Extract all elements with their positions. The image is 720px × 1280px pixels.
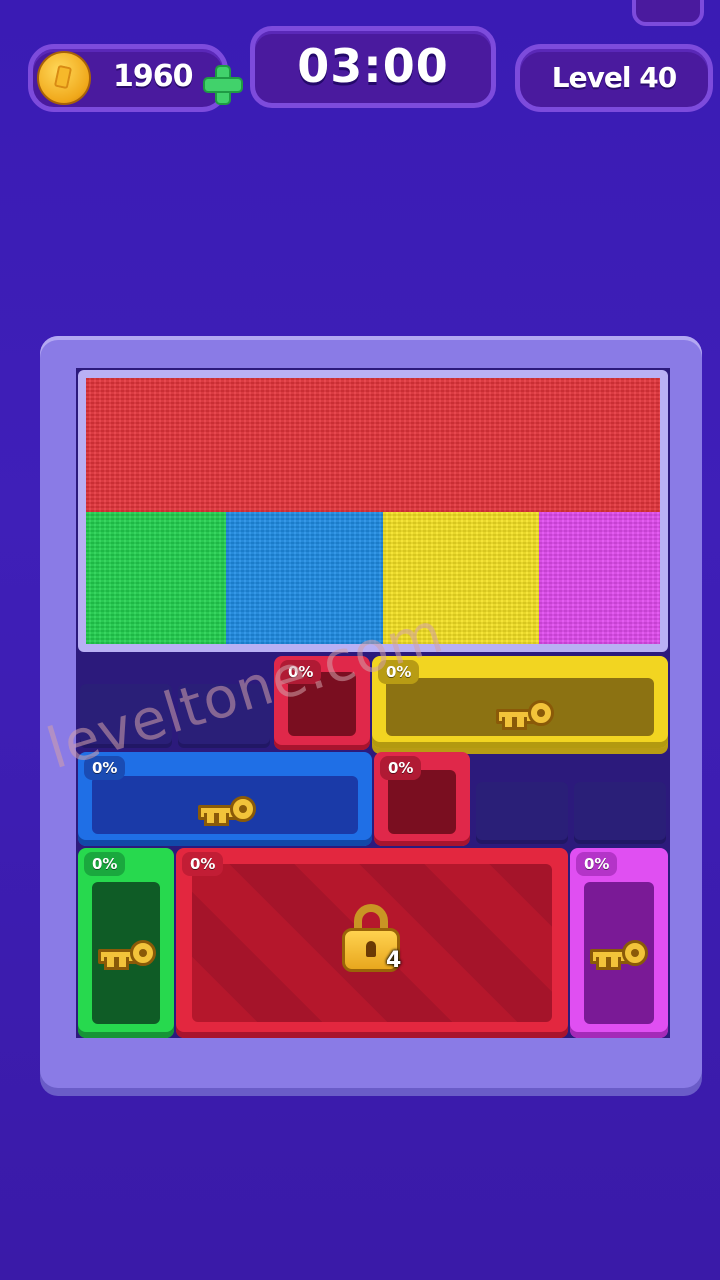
fill-percent: 0%: [576, 852, 618, 876]
blue-container-block[interactable]: 0%: [78, 752, 372, 846]
fill-percent: 0%: [84, 852, 126, 876]
magenta-container-block[interactable]: 0%: [570, 848, 668, 1038]
paint-green: [86, 512, 226, 644]
green-container-block[interactable]: 0%: [78, 848, 174, 1038]
red-locked-block[interactable]: 0% 4: [176, 848, 568, 1038]
level-label: Level 40: [551, 61, 677, 94]
timer-value: 03:00: [297, 39, 449, 93]
lock-icon: 4: [342, 904, 402, 973]
level-panel: Level 40: [515, 44, 713, 112]
lock-count: 4: [386, 948, 402, 973]
key-icon: [588, 940, 648, 970]
fill-percent: 0%: [182, 852, 224, 876]
empty-slot: [476, 782, 568, 844]
fill-percent: 0%: [380, 756, 422, 780]
add-coins-button[interactable]: [201, 63, 245, 107]
empty-slot: [574, 782, 666, 844]
coin-icon: [37, 51, 91, 105]
key-icon: [494, 700, 554, 730]
coin-counter: 1960: [28, 44, 243, 112]
settings-button[interactable]: [632, 0, 704, 26]
paint-red: [86, 378, 660, 512]
paint-magenta: [539, 512, 660, 644]
key-icon: [96, 940, 156, 970]
coin-balance: 1960: [113, 59, 193, 94]
key-icon: [196, 796, 256, 826]
timer-panel: 03:00: [250, 26, 496, 108]
red-container-block[interactable]: 0%: [374, 752, 470, 846]
